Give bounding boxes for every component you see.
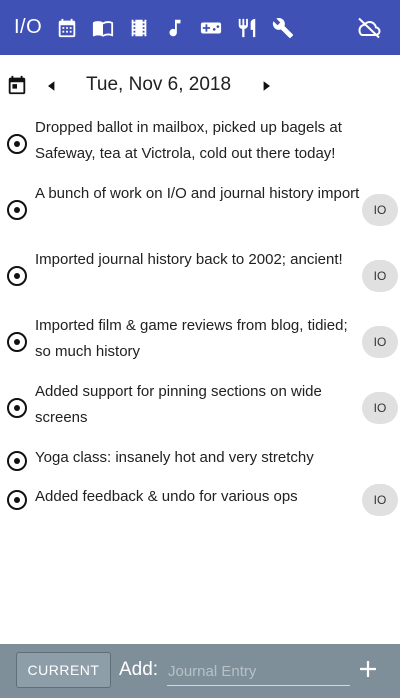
entry-bullet-icon[interactable] <box>7 200 27 220</box>
entry-bullet-icon[interactable] <box>7 134 27 154</box>
entry-bullet-icon[interactable] <box>7 332 27 352</box>
book-icon[interactable] <box>92 17 114 39</box>
entry-text: Added support for pinning sections on wi… <box>35 383 322 426</box>
music-note-icon[interactable] <box>164 17 186 39</box>
gamepad-icon[interactable] <box>200 17 222 39</box>
io-badge[interactable]: IO <box>362 484 398 516</box>
io-badge[interactable]: IO <box>362 260 398 292</box>
journal-entry[interactable]: Imported film & game reviews from blog, … <box>0 313 400 379</box>
journal-entry-input[interactable] <box>167 658 350 686</box>
arrow-right-icon[interactable] <box>258 76 274 96</box>
journal-entry[interactable]: Imported journal history back to 2002; a… <box>0 247 400 313</box>
entry-bullet-icon[interactable] <box>7 398 27 418</box>
plus-icon[interactable] <box>357 658 379 680</box>
wrench-icon[interactable] <box>272 17 294 39</box>
current-date: Tue, Nov 6, 2018 <box>86 74 232 95</box>
journal-entry[interactable]: A bunch of work on I/O and journal histo… <box>0 181 400 247</box>
app-title[interactable]: I/O <box>14 16 42 39</box>
entry-text: Added feedback & undo for various ops <box>35 488 298 505</box>
journal-entry[interactable]: Yoga class: insanely hot and very stretc… <box>0 445 400 484</box>
io-badge[interactable]: IO <box>362 392 398 424</box>
io-badge[interactable]: IO <box>362 194 398 226</box>
entry-text: Imported film & game reviews from blog, … <box>35 317 348 360</box>
entry-text: Dropped ballot in mailbox, picked up bag… <box>35 119 342 162</box>
add-label: Add: <box>119 659 159 680</box>
journal-entry-list: Dropped ballot in mailbox, picked up bag… <box>0 115 400 524</box>
cloud-off-icon[interactable] <box>356 16 382 40</box>
journal-entry[interactable]: Added feedback & undo for various ops IO <box>0 484 400 524</box>
io-badge[interactable]: IO <box>362 326 398 358</box>
entry-bullet-icon[interactable] <box>7 266 27 286</box>
app-bar: I/O <box>0 0 400 55</box>
journal-entry[interactable]: Added support for pinning sections on wi… <box>0 379 400 445</box>
date-navigator: Tue, Nov 6, 2018 <box>0 68 400 104</box>
fork-knife-icon[interactable] <box>236 17 258 39</box>
film-icon[interactable] <box>128 17 150 39</box>
calendar-icon[interactable] <box>6 74 28 96</box>
arrow-left-icon[interactable] <box>44 76 60 96</box>
entry-text: Imported journal history back to 2002; a… <box>35 251 343 268</box>
current-button[interactable]: CURRENT <box>16 652 111 688</box>
entry-bullet-icon[interactable] <box>7 490 27 510</box>
entry-text: A bunch of work on I/O and journal histo… <box>35 185 360 202</box>
add-entry-bar: CURRENT Add: <box>0 644 400 698</box>
entry-bullet-icon[interactable] <box>7 451 27 471</box>
entry-text: Yoga class: insanely hot and very stretc… <box>35 449 314 466</box>
calendar-icon[interactable] <box>56 17 78 39</box>
journal-entry[interactable]: Dropped ballot in mailbox, picked up bag… <box>0 115 400 181</box>
